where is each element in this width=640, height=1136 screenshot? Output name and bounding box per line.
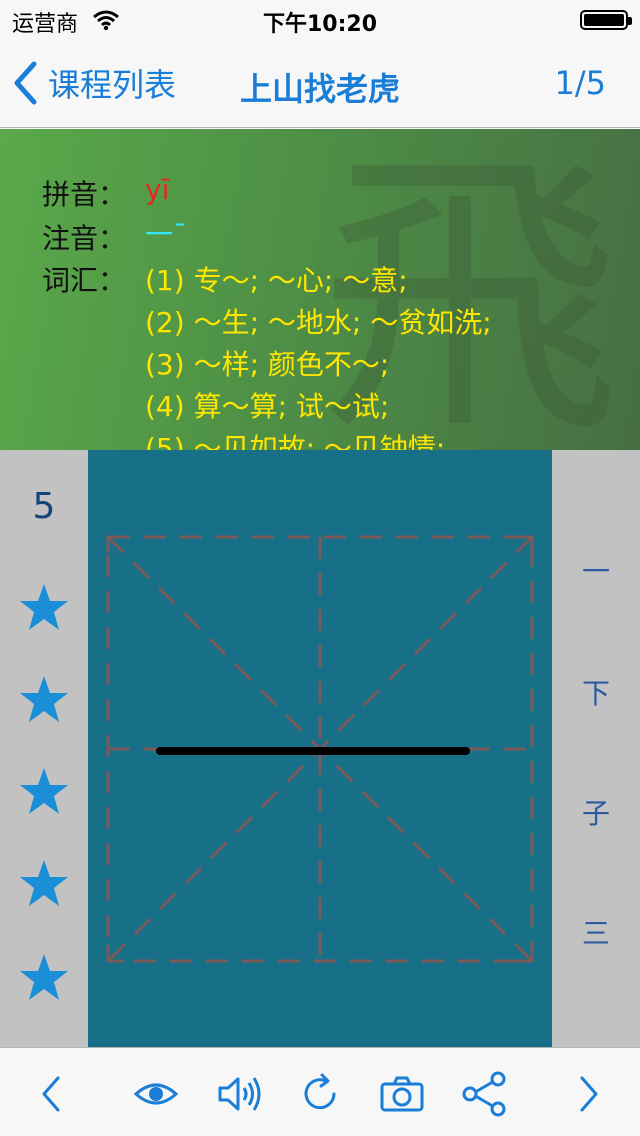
vocab-line: (2) ～生; ～地水; ～贫如洗; (145, 306, 492, 339)
star-icon[interactable] (18, 674, 70, 726)
pinyin-value: yī (145, 173, 170, 206)
share-icon[interactable] (460, 1070, 508, 1118)
character-info-panel: 飛 拼音： yī 注音： 一ˉ 词汇： (1) 专～; ～心; ～意; (2) … (0, 129, 640, 450)
eye-icon[interactable] (132, 1070, 180, 1118)
chevron-right-icon[interactable] (564, 1070, 612, 1118)
nav-bar: 课程列表 上山找老虎 1/5 (0, 40, 640, 128)
refresh-icon[interactable] (296, 1070, 344, 1118)
page-indicator: 1/5 (554, 64, 607, 102)
vocab-label: 词汇： (42, 264, 127, 297)
star-icon[interactable] (18, 858, 70, 910)
star-icon[interactable] (18, 766, 70, 818)
pinyin-label: 拼音： (42, 178, 127, 211)
related-character[interactable]: 下 (552, 672, 640, 712)
status-bar: 运营商 下午10:20 (0, 0, 640, 40)
related-characters: 一 下 子 三 (552, 450, 640, 1047)
speaker-icon[interactable] (214, 1070, 262, 1118)
bottom-toolbar (0, 1047, 640, 1136)
writing-board[interactable] (88, 450, 552, 1047)
star-icon[interactable] (18, 952, 70, 1004)
vocab-line: (1) 专～; ～心; ～意; (145, 264, 408, 297)
mizige-grid (106, 535, 534, 963)
battery-icon (580, 10, 632, 30)
related-character[interactable]: 子 (552, 792, 640, 832)
chevron-left-icon[interactable] (28, 1070, 76, 1118)
star-icon[interactable] (18, 582, 70, 634)
vocab-line: (5) ～见如故; ～见钟情; (145, 432, 446, 450)
vocab-line: (3) ～样; 颜色不～; (145, 348, 390, 381)
related-character[interactable]: 三 (552, 912, 640, 952)
practice-count: 5 (32, 486, 56, 527)
clock: 下午10:20 (262, 12, 378, 37)
rating-column: 5 (0, 450, 88, 1047)
camera-icon[interactable] (378, 1070, 426, 1118)
related-character[interactable]: 一 (552, 550, 640, 590)
vocab-line: (4) 算～算; 试～试; (145, 390, 390, 423)
zhuyin-value: 一ˉ (145, 218, 188, 251)
zhuyin-label: 注音： (42, 222, 127, 255)
page-title: 上山找老虎 (239, 70, 400, 108)
